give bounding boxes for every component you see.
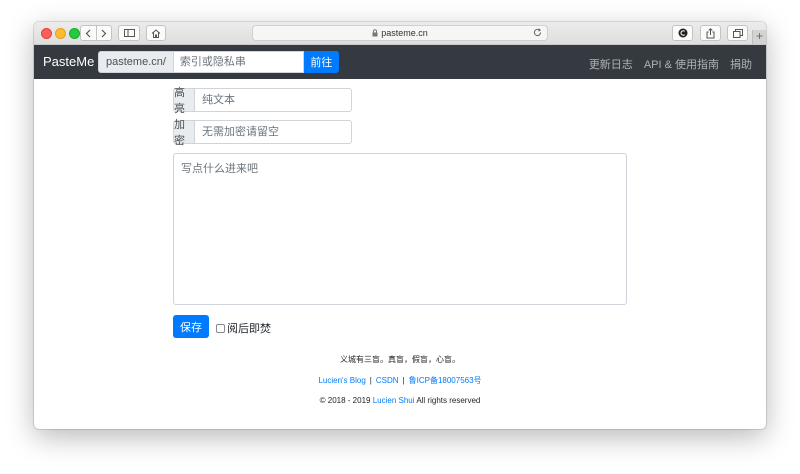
share-button[interactable] [700, 25, 721, 41]
new-tab-button[interactable]: + [752, 30, 766, 44]
address-bar[interactable]: pasteme.cn [252, 25, 548, 41]
extension-icon [678, 28, 687, 38]
password-label: 加密 [173, 119, 194, 147]
extension-button[interactable] [672, 25, 693, 41]
address-text: pasteme.cn [381, 28, 428, 38]
footer-separator: | [369, 376, 372, 385]
highlight-group: 高亮 [173, 87, 352, 115]
key-input[interactable] [172, 51, 304, 73]
copyright-prefix: © 2018 - 2019 [319, 396, 371, 405]
burn-checkbox[interactable] [216, 323, 225, 333]
chevron-left-icon [85, 29, 91, 37]
tabs-icon [732, 28, 743, 38]
burn-after-read[interactable]: 阅后即焚 [216, 320, 271, 336]
sidebar-button[interactable] [118, 25, 140, 41]
copyright-author-link[interactable]: Lucien Shui [373, 396, 415, 405]
history-nav [80, 25, 112, 41]
zoom-window-button[interactable] [69, 28, 80, 39]
go-button[interactable]: 前往 [303, 51, 339, 73]
footer-link-icp[interactable]: 鲁ICP备18007563号 [409, 376, 482, 385]
key-search-group: pasteme.cn/ 前往 [98, 51, 339, 73]
copyright-suffix: All rights reserved [416, 396, 481, 405]
highlight-label: 高亮 [173, 87, 194, 115]
footer-links: Lucien's Blog | CSDN | 鲁ICP备18007563号 [34, 375, 766, 386]
footer-copyright: © 2018 - 2019 Lucien Shui All rights res… [34, 396, 766, 405]
minimize-window-button[interactable] [55, 28, 66, 39]
close-window-button[interactable] [41, 28, 52, 39]
nav-link-changelog[interactable]: 更新日志 [589, 56, 633, 72]
footer-quote: 义城有三盲。真盲，假盲，心盲。 [340, 355, 460, 364]
nav-link-donate[interactable]: 捐助 [730, 56, 752, 72]
tabs-overview-button[interactable] [727, 25, 748, 41]
brand-logo[interactable]: PasteMe [43, 54, 94, 69]
burn-label[interactable]: 阅后即焚 [227, 320, 271, 336]
footer-link-blog[interactable]: Lucien's Blog [318, 376, 365, 385]
share-icon [706, 27, 715, 38]
chevron-right-icon [101, 29, 107, 37]
highlight-select[interactable] [194, 88, 352, 112]
footer-separator: | [402, 376, 405, 385]
lock-icon [372, 29, 378, 37]
back-button[interactable] [81, 26, 96, 40]
home-icon [151, 28, 161, 38]
sidebar-icon [123, 29, 135, 37]
url-prefix: pasteme.cn/ [98, 51, 173, 73]
footer-link-csdn[interactable]: CSDN [376, 376, 399, 385]
nav-link-api-guide[interactable]: API & 使用指南 [644, 56, 719, 72]
content-textarea[interactable] [173, 153, 627, 305]
save-button[interactable]: 保存 [173, 315, 209, 338]
password-input[interactable] [194, 120, 352, 144]
browser-titlebar: pasteme.cn + [34, 22, 766, 45]
home-button[interactable] [146, 25, 166, 41]
forward-button[interactable] [95, 26, 112, 40]
site-navbar: PasteMe pasteme.cn/ 前往 更新日志 API & 使用指南 捐… [34, 45, 766, 79]
password-group: 加密 [173, 119, 352, 147]
main-content: 高亮 加密 保存 阅后即焚 义城有三盲。真盲，假盲，心盲。 Lucien's B… [34, 79, 766, 429]
browser-window: pasteme.cn + PasteMe pasteme.cn/ 前往 更新日志… [34, 22, 766, 429]
nav-links: 更新日志 API & 使用指南 捐助 [589, 56, 752, 72]
reload-icon[interactable] [533, 28, 542, 37]
